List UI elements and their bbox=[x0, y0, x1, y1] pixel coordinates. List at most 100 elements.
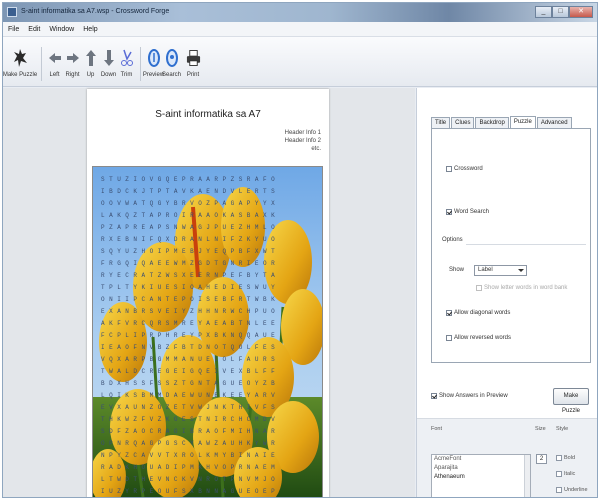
tab-puzzle[interactable]: Puzzle bbox=[509, 116, 536, 128]
menu-file[interactable]: File bbox=[8, 26, 19, 33]
letter-grid: STUZIOVGQEPRAARPZSRAFO IBDCKJTPTAVKAENDVL… bbox=[101, 174, 322, 497]
grid-row: LAKQZTAPROIRAAOKASBAXK bbox=[101, 212, 280, 219]
title-bar[interactable]: S-aint informatika sa A7.wsp - Crossword… bbox=[3, 3, 597, 22]
font-header: Font bbox=[431, 426, 443, 432]
close-button[interactable]: ✕ bbox=[569, 6, 593, 18]
menu-edit[interactable]: Edit bbox=[28, 26, 40, 33]
bold-checkbox[interactable]: Bold bbox=[556, 455, 575, 461]
tab-clues[interactable]: Clues bbox=[451, 117, 475, 128]
grid-row: NPYZCAVVTXROLKMYBINAIE bbox=[101, 452, 280, 459]
trim-tool[interactable]: Trim bbox=[118, 47, 135, 78]
menu-window[interactable]: Window bbox=[49, 26, 74, 33]
grid-row: IBDCKJTPTAVKAENDVLERTS bbox=[101, 188, 280, 195]
toolbar-label: Print bbox=[186, 72, 200, 78]
show-words-checkbox[interactable]: Show letter words in word bank bbox=[476, 285, 567, 291]
minimize-button[interactable]: _ bbox=[535, 6, 552, 18]
checkbox-label: Allow diagonal words bbox=[454, 310, 511, 316]
toolbar-label: Down bbox=[100, 72, 117, 78]
font-list[interactable]: AcmeFont Aparajita Athenaeum bbox=[431, 454, 531, 497]
diagonal-words-checkbox[interactable]: Allow diagonal words bbox=[446, 310, 510, 316]
maximize-button[interactable]: □ bbox=[552, 6, 569, 18]
window-controls: _ □ ✕ bbox=[535, 6, 593, 18]
arrow-left-icon bbox=[47, 47, 62, 69]
up-tool[interactable]: Up bbox=[82, 47, 99, 78]
arrow-down-icon bbox=[101, 47, 116, 69]
right-tool[interactable]: Right bbox=[64, 47, 81, 78]
size-field[interactable]: 2 bbox=[536, 454, 547, 464]
show-answers-checkbox[interactable]: Show Answers in Preview bbox=[431, 393, 508, 399]
show-select[interactable]: Label bbox=[474, 265, 527, 276]
menu-help[interactable]: Help bbox=[83, 26, 97, 33]
app-window: S-aint informatika sa A7.wsp - Crossword… bbox=[2, 2, 598, 498]
toolbar-label: Preview bbox=[142, 72, 165, 78]
search-icon bbox=[164, 47, 179, 69]
reversed-words-checkbox[interactable]: Allow reversed words bbox=[446, 335, 511, 341]
style-header: Style bbox=[556, 426, 569, 432]
underline-checkbox[interactable]: Underline bbox=[556, 487, 588, 493]
header-line: Header Info 1 bbox=[284, 130, 321, 136]
grid-row: BDXHSSFSSZTGNTAGUEOYZB bbox=[101, 380, 280, 387]
scrollbar[interactable] bbox=[524, 455, 530, 497]
grid-row: STUZIOVGQEPRAARPZSRAFO bbox=[101, 176, 280, 183]
menu-bar: File Edit Window Help bbox=[3, 22, 597, 37]
grid-row: TWALDCREGEIGQEIVEXBLFF bbox=[101, 368, 280, 375]
grid-row: IUZYRPEOUFSXBNNAGUEOEP bbox=[101, 488, 280, 495]
print-tool[interactable]: Print bbox=[181, 47, 205, 78]
chevron-down-icon bbox=[518, 269, 524, 272]
toolbar-label: Trim bbox=[120, 72, 133, 78]
checkbox-label: Crossword bbox=[454, 166, 483, 172]
toolbar-label: Up bbox=[86, 72, 95, 78]
toolbar-separator bbox=[41, 47, 42, 81]
make-puzzle-tool[interactable]: Make Puzzle bbox=[3, 47, 37, 78]
toolbar-label: Search bbox=[162, 72, 182, 78]
checkbox-label: Allow reversed words bbox=[454, 335, 512, 341]
puzzle-page: S-aint informatika sa A7 Header Info 1 H… bbox=[87, 89, 329, 497]
tab-backdrop[interactable]: Backdrop bbox=[475, 117, 509, 128]
checkbox-label: Show letter words in word bank bbox=[484, 285, 568, 291]
toolbar-label: Right bbox=[65, 72, 80, 78]
puzzle-tab-panel: Crossword Word Search Options Show Label… bbox=[431, 128, 591, 363]
grid-row: RXEBNIFQXDRANLNIFZKYUO bbox=[101, 236, 280, 243]
grid-row: LQIKSBMMDAEWUNEKEEYARV bbox=[101, 392, 280, 399]
grid-row: RYECRATZWSXEERNPEFBYTA bbox=[101, 272, 280, 279]
grid-row: PZAPREAPSNWAGJPUEZHMLO bbox=[101, 224, 280, 231]
make-puzzle-button[interactable]: Make Puzzle bbox=[553, 388, 589, 414]
grid-row: EVXAUNZOZETVWJNKTHIVFS bbox=[101, 404, 280, 411]
app-icon bbox=[7, 7, 17, 17]
list-item[interactable]: Athenaeum bbox=[432, 473, 530, 482]
list-item[interactable]: Aparajita bbox=[432, 464, 530, 473]
header-line: etc. bbox=[311, 146, 321, 152]
word-search-grid: STUZIOVGQEPRAARPZSRAFO IBDCKJTPTAVKAENDVL… bbox=[92, 166, 323, 497]
checkbox-box bbox=[431, 393, 437, 399]
list-item[interactable]: AcmeFont bbox=[432, 455, 530, 464]
show-label: Show bbox=[449, 267, 465, 273]
print-icon bbox=[186, 47, 201, 69]
preview-tool[interactable]: Preview bbox=[142, 47, 165, 78]
grid-row: FRGQIQAEEWMZGDTGNRIEOR bbox=[101, 260, 280, 267]
checkbox-label: Bold bbox=[564, 455, 576, 461]
grid-row: ONIIPCANTEPOISEBFRTWBK bbox=[101, 296, 280, 303]
preview-pane[interactable]: S-aint informatika sa A7 Header Info 1 H… bbox=[3, 88, 415, 497]
down-tool[interactable]: Down bbox=[100, 47, 117, 78]
grid-row: LTWDTHEVNCKVNROTPNVMJO bbox=[101, 476, 280, 483]
crossword-checkbox[interactable]: Crossword bbox=[446, 166, 483, 172]
grid-row: AKFVRCQRSMREYAEABTNLEE bbox=[101, 320, 280, 327]
checkbox-label: Word Search bbox=[454, 209, 489, 215]
grid-row: EXANBRSVEIYZHHNRWCHPUO bbox=[101, 308, 280, 315]
checkbox-box bbox=[556, 455, 562, 461]
italic-checkbox[interactable]: Italic bbox=[556, 471, 575, 477]
toolbar-separator bbox=[140, 47, 141, 81]
settings-tabs: Title Clues Backdrop Puzzle Advanced bbox=[431, 116, 573, 128]
grid-row: OPNRQAGPGSCYAWZAUHKYWR bbox=[101, 440, 280, 447]
tab-advanced[interactable]: Advanced bbox=[536, 117, 572, 128]
search-tool[interactable]: Search bbox=[162, 47, 182, 78]
word-search-checkbox[interactable]: Word Search bbox=[446, 209, 489, 215]
puzzle-title: S-aint informatika sa A7 bbox=[155, 109, 261, 120]
left-tool[interactable]: Left bbox=[46, 47, 63, 78]
checkbox-box bbox=[476, 285, 482, 291]
grid-row: VQXARPBGMMANUELOLFAURS bbox=[101, 356, 280, 363]
tab-title[interactable]: Title bbox=[431, 117, 451, 128]
grid-row: SQYUZHOIPMEBJYEQPBFXWT bbox=[101, 248, 280, 255]
checkbox-box bbox=[556, 487, 562, 493]
header-info: Header Info 1 Header Info 2 etc. bbox=[285, 129, 321, 153]
